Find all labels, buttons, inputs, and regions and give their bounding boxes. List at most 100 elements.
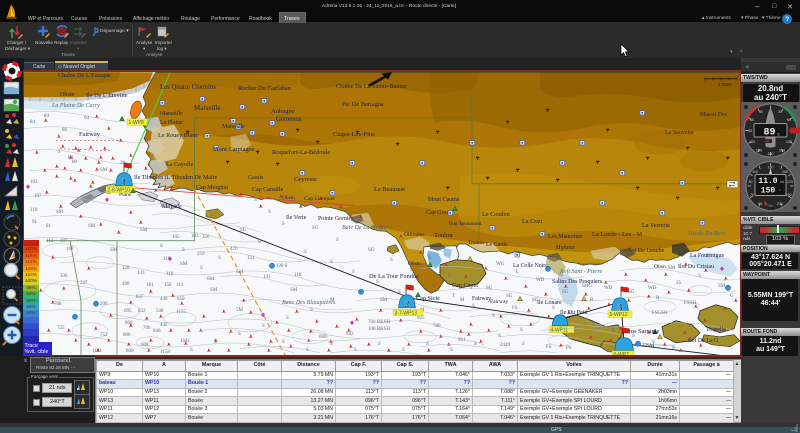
- svg-text:SM: SM: [210, 287, 218, 292]
- svg-text:105: 105: [172, 234, 180, 239]
- svg-text:SG: SG: [628, 289, 635, 294]
- svg-text:Cap Cepet: Cap Cepet: [452, 281, 478, 288]
- svg-text:Cap Canaille: Cap Canaille: [252, 186, 283, 192]
- svg-text:Tourelle: Tourelle: [706, 326, 726, 332]
- svg-text:S: S: [352, 269, 355, 274]
- svg-text:S: S: [200, 265, 203, 270]
- svg-text:86: 86: [62, 127, 68, 132]
- svg-text:84: 84: [30, 119, 36, 124]
- svg-text:S: S: [390, 257, 393, 262]
- svg-text:800: 800: [123, 332, 131, 337]
- svg-text:Gémenos: Gémenos: [276, 115, 302, 122]
- svg-text:WG: WG: [496, 261, 505, 266]
- svg-text:Hyères: Hyères: [556, 243, 575, 250]
- svg-text:La Crau: La Crau: [522, 217, 542, 224]
- svg-text:64: 64: [84, 115, 90, 120]
- svg-text:1155: 1155: [176, 309, 186, 314]
- svg-text:695: 695: [124, 308, 132, 313]
- svg-text:SG: SG: [486, 285, 493, 290]
- svg-text:SM: SM: [290, 287, 298, 292]
- svg-text:S: S: [448, 273, 451, 278]
- svg-text:Toulon: Toulon: [468, 239, 484, 245]
- svg-text:S: S: [286, 315, 289, 320]
- svg-text:1-WP8: 1-WP8: [129, 119, 145, 125]
- svg-text:Cuges-Les-Pins: Cuges-Les-Pins: [333, 130, 375, 137]
- svg-text:30: 30: [778, 110, 782, 114]
- svg-text:227: 227: [80, 280, 88, 285]
- svg-text:S: S: [310, 307, 313, 312]
- svg-text:Rocher Du Garlaban: Rocher Du Garlaban: [238, 84, 292, 91]
- svg-text:180: 180: [768, 152, 774, 156]
- svg-text:SM: SM: [718, 283, 726, 288]
- svg-text:646: 646: [153, 328, 161, 333]
- svg-text:S: S: [552, 305, 555, 310]
- svg-text:S: S: [304, 249, 307, 254]
- svg-text:Hyade Du Borr: Hyade Du Borr: [687, 230, 726, 236]
- svg-text:112: 112: [46, 238, 54, 243]
- svg-text:110: 110: [30, 207, 38, 212]
- svg-text:S: S: [378, 341, 381, 346]
- svg-text:608: 608: [141, 342, 149, 347]
- svg-text:632: 632: [138, 308, 146, 313]
- svg-text:Ollioules: Ollioules: [404, 231, 425, 237]
- svg-text:SG: SG: [562, 289, 569, 294]
- svg-text:Pointe Grenier: Pointe Grenier: [318, 215, 353, 221]
- svg-text:150: 150: [782, 170, 788, 174]
- svg-text:WD: WD: [648, 285, 657, 290]
- svg-text:2.5MN: 2.5MN: [718, 81, 732, 86]
- svg-text:850: 850: [177, 296, 185, 301]
- svg-text:70: 70: [750, 193, 754, 197]
- svg-text:SM: SM: [380, 297, 388, 302]
- svg-text:860: 860: [125, 320, 133, 325]
- svg-text:S: S: [336, 237, 339, 242]
- svg-text:S: S: [268, 209, 271, 214]
- svg-text:Roft Sant - Pierre: Roft Sant - Pierre: [559, 267, 603, 274]
- svg-text:2-8-WP10: 2-8-WP10: [108, 187, 131, 193]
- svg-text:151: 151: [247, 255, 255, 260]
- svg-text:PS: PS: [566, 345, 572, 350]
- svg-text:Toulon: Toulon: [434, 231, 453, 238]
- svg-text:128 S: 128 S: [276, 263, 288, 268]
- svg-text:S: S: [238, 331, 241, 336]
- svg-text:128: 128: [122, 265, 130, 270]
- svg-text:La Plaine: La Plaine: [160, 119, 183, 125]
- svg-text:Cap Morgiou: Cap Morgiou: [196, 184, 228, 190]
- svg-text:Tour Beaumont: Tour Beaumont: [448, 220, 482, 226]
- svg-text:SM: SM: [668, 265, 676, 270]
- svg-text:Roquefort-La-Bédoule: Roquefort-La-Bédoule: [272, 148, 330, 155]
- svg-text:1158: 1158: [160, 349, 170, 354]
- svg-text:La Cayolle: La Cayolle: [166, 160, 194, 167]
- svg-text:103: 103: [30, 179, 38, 184]
- svg-text:Marseille: Marseille: [222, 123, 245, 129]
- svg-text:S: S: [600, 342, 603, 347]
- svg-text:Ile De L’Erevine: Ile De L’Erevine: [86, 91, 128, 98]
- svg-text:210: 210: [777, 202, 783, 206]
- svg-text:Mont Caume: Mont Caume: [428, 196, 460, 202]
- svg-text:3-7-WP13: 3-7-WP13: [395, 310, 418, 316]
- svg-text:SM: SM: [56, 209, 64, 214]
- svg-text:SG: SG: [312, 225, 319, 230]
- svg-text:S: S: [282, 221, 285, 226]
- svg-text:S: S: [354, 347, 357, 352]
- svg-text:170: 170: [787, 180, 793, 184]
- svg-text:S: S: [402, 347, 405, 352]
- svg-text:Le Coudon: Le Coudon: [482, 210, 510, 217]
- svg-text:30: 30: [759, 110, 763, 114]
- svg-text:La Colle Noire: La Colle Noire: [513, 262, 548, 268]
- svg-text:961: 961: [458, 337, 466, 342]
- svg-text:100 BKSH: 100 BKSH: [368, 326, 390, 331]
- svg-text:Obstn: Obstn: [60, 91, 74, 97]
- svg-text:SG: SG: [240, 227, 247, 232]
- svg-text:FSGSH: FSGSH: [652, 310, 668, 315]
- svg-text:S: S: [672, 345, 675, 350]
- svg-text:Banc Des Blauquières: Banc Des Blauquières: [282, 299, 336, 305]
- svg-text:91: 91: [32, 219, 38, 224]
- svg-text:107: 107: [34, 193, 42, 198]
- svg-text:S: S: [254, 197, 257, 202]
- svg-text:nd: nd: [780, 180, 784, 184]
- svg-text:5: 5: [778, 133, 780, 137]
- svg-text:90: 90: [758, 202, 762, 206]
- svg-text:S: S: [182, 247, 185, 252]
- svg-text:S: S: [190, 347, 193, 352]
- svg-text:WD: WD: [604, 285, 613, 290]
